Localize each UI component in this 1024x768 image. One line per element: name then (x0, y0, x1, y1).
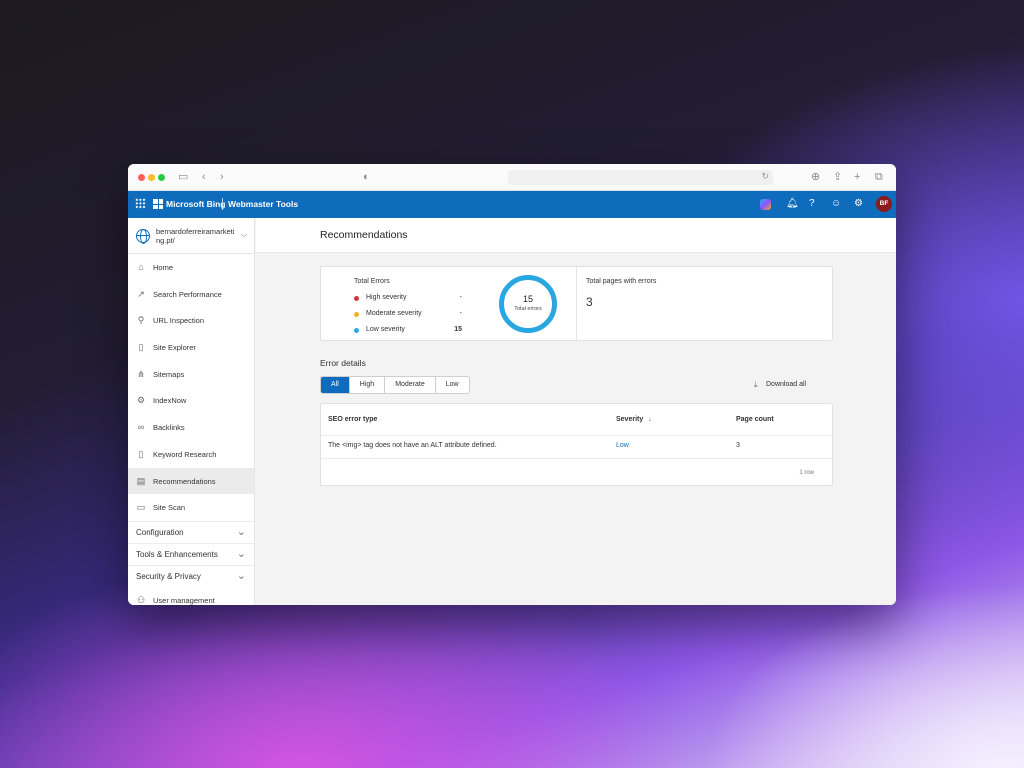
total-pages-value: 3 (586, 295, 593, 309)
share-icon[interactable]: ⇪ (833, 170, 842, 184)
document-icon: ▤ (136, 475, 146, 486)
avatar[interactable]: BF (876, 196, 892, 212)
row-divider (321, 458, 832, 459)
sidebar-item-search-performance[interactable]: ↗ Search Performance (128, 281, 254, 308)
address-bar[interactable]: ↻ (508, 170, 773, 185)
error-details-table: SEO error type Severity ↓ Page count The… (320, 403, 833, 486)
feedback-icon[interactable]: ☺ (831, 198, 841, 210)
filter-high-button[interactable]: High (348, 377, 384, 393)
sidebar-item-site-scan[interactable]: ▭ Site Scan (128, 494, 254, 521)
page-title: Recommendations (320, 229, 408, 241)
main-content: Recommendations Total Errors High severi… (256, 218, 896, 605)
sort-down-icon: ↓ (648, 416, 652, 423)
column-header-error-type[interactable]: SEO error type (328, 416, 377, 423)
app-header: Microsoft Bing Webmaster Tools 🔔︎ ? ☺ ⚙ … (128, 191, 896, 218)
maximize-window-button[interactable] (158, 174, 165, 181)
high-severity-dot (354, 296, 359, 301)
chevron-down-icon: ⌄ (236, 547, 246, 560)
sidebar-group-security-privacy[interactable]: Security & Privacy ⌄ (128, 564, 254, 587)
sidebar-item-site-explorer[interactable]: ▯ Site Explorer (128, 334, 254, 361)
scan-icon: ▭ (136, 502, 146, 513)
downloads-icon[interactable]: ⊕ (811, 170, 820, 184)
sidebar-group-tools-enhancements[interactable]: Tools & Enhancements ⌄ (128, 542, 254, 565)
forward-icon[interactable]: › (220, 170, 224, 184)
home-icon: ⌂ (138, 262, 144, 272)
donut-value: 15 (522, 294, 533, 304)
gear-icon: ⚙ (136, 395, 146, 406)
error-type-cell[interactable]: The <img> tag does not have an ALT attri… (328, 442, 497, 449)
sidebar: bernardoferreiramarketing.pt/ ⌵ ⌂ Home ↗… (128, 218, 255, 605)
download-all-button[interactable]: ⤓ Download all (754, 380, 806, 389)
person-icon: ⚇ (136, 594, 146, 605)
close-window-button[interactable] (138, 174, 145, 181)
donut-label: Total errors (514, 306, 542, 312)
settings-gear-icon[interactable]: ⚙ (854, 198, 863, 210)
filter-all-button[interactable]: All (321, 377, 349, 393)
moderate-severity-dot (354, 312, 359, 317)
sidebar-item-indexnow[interactable]: ⚙ IndexNow (128, 387, 254, 414)
chevron-down-icon: ⌵ (240, 230, 247, 239)
brand-name: Microsoft Bing (166, 199, 226, 209)
total-pages-label: Total pages with errors (586, 278, 657, 285)
back-icon[interactable]: ‹ (202, 170, 206, 184)
filter-low-button[interactable]: Low (434, 377, 469, 393)
site-name: bernardoferreiramarketing.pt/ (156, 227, 235, 245)
sidebar-item-sitemaps[interactable]: ⋔ Sitemaps (128, 361, 254, 388)
error-details-title: Error details (320, 358, 366, 368)
row-count: 1 row (799, 470, 814, 476)
microsoft-logo-icon (153, 199, 163, 209)
column-header-severity[interactable]: Severity ↓ (616, 416, 652, 423)
sidebar-item-backlinks[interactable]: ∞ Backlinks (128, 414, 254, 441)
header-divider (321, 435, 832, 436)
chevron-down-icon: ⌄ (236, 569, 246, 582)
trend-icon: ↗ (137, 288, 145, 299)
browser-toolbar: ▭ ‹ › ◐ ↻ ⊕ ⇪ + ⧉ (128, 164, 896, 191)
app-launcher-icon[interactable] (135, 198, 146, 209)
total-errors-label: Total Errors (354, 278, 390, 285)
sidebar-item-home[interactable]: ⌂ Home (128, 254, 254, 281)
globe-icon (136, 229, 150, 244)
low-severity-dot (354, 328, 359, 333)
product-name[interactable]: Webmaster Tools (228, 199, 298, 209)
link-icon: ∞ (137, 422, 145, 433)
tabs-overview-icon[interactable]: ⧉ (875, 170, 883, 184)
filter-moderate-button[interactable]: Moderate (384, 377, 435, 393)
sidebar-item-keyword-research[interactable]: ▯ Keyword Research (128, 441, 254, 468)
severity-cell[interactable]: Low (616, 442, 629, 449)
sidebar-toggle-icon[interactable]: ▭ (178, 170, 188, 184)
search-icon: ⚲ (137, 315, 145, 326)
copilot-icon[interactable] (760, 199, 771, 210)
reload-icon[interactable]: ↻ (761, 171, 769, 182)
sidebar-item-user-management[interactable]: ⚇ User management (128, 587, 254, 605)
minimize-window-button[interactable] (148, 174, 155, 181)
bell-icon[interactable]: 🔔︎ (786, 198, 799, 210)
page-count-cell: 3 (736, 442, 740, 449)
sidebar-item-recommendations[interactable]: ▤ Recommendations (128, 467, 254, 495)
page-header: Recommendations (256, 218, 896, 253)
browser-window: ▭ ‹ › ◐ ↻ ⊕ ⇪ + ⧉ Microsoft Bing Webmast… (128, 164, 896, 605)
total-errors-panel: Total Errors High severity - Moderate se… (321, 267, 577, 340)
severity-filter: All High Moderate Low (320, 376, 470, 394)
errors-summary-card: Total Errors High severity - Moderate se… (320, 266, 833, 341)
chevron-down-icon: ⌄ (236, 525, 246, 538)
sidebar-item-url-inspection[interactable]: ⚲ URL Inspection (128, 307, 254, 334)
sitemap-icon: ⋔ (137, 368, 145, 379)
column-header-page-count[interactable]: Page count (736, 416, 774, 423)
site-selector[interactable]: bernardoferreiramarketing.pt/ ⌵ (128, 218, 254, 254)
brand-divider (222, 198, 223, 210)
document-icon: ▯ (138, 448, 144, 459)
help-icon[interactable]: ? (809, 198, 815, 210)
privacy-icon[interactable]: ◐ (363, 170, 370, 184)
document-icon: ▯ (138, 342, 144, 353)
download-icon: ⤓ (754, 380, 758, 389)
new-tab-icon[interactable]: + (854, 170, 860, 184)
sidebar-group-configuration[interactable]: Configuration ⌄ (128, 520, 254, 543)
total-errors-donut: 15 Total errors (499, 275, 557, 333)
